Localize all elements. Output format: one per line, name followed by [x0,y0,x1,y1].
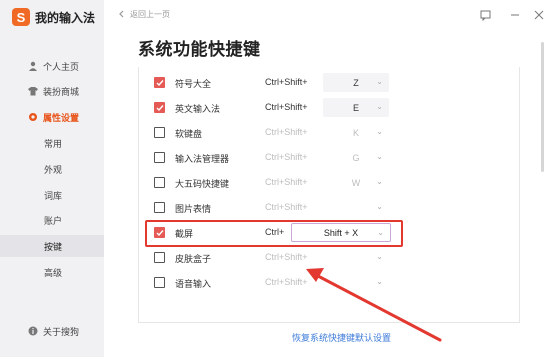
scrollbar[interactable] [541,42,544,172]
reset-defaults-link[interactable]: 恢复系统快捷键默认设置 [292,331,391,344]
annotation-arrow [306,268,442,342]
